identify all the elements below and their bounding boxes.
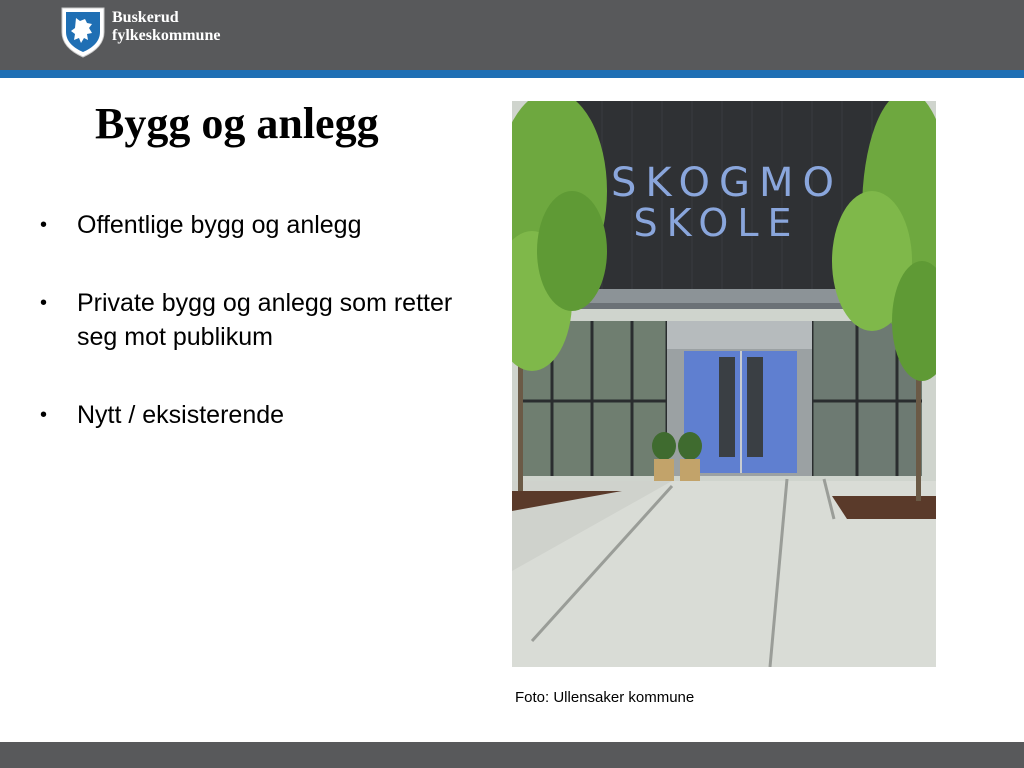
sign-text-line-2: SKOLE: [633, 201, 800, 245]
photo-caption: Foto: Ullensaker kommune: [515, 689, 695, 706]
brand-line-2: fylkeskommune: [112, 27, 221, 44]
slide-title: Bygg og anlegg: [95, 99, 379, 148]
bullet-text: Private bygg og anlegg som retter seg mo…: [77, 289, 453, 351]
bullet-item: • Nytt / eksisterende: [36, 398, 456, 432]
header-stripe: [0, 70, 1024, 78]
bullet-icon: •: [40, 404, 48, 426]
coat-of-arms-logo: [61, 7, 105, 58]
brand-name: Buskerud fylkeskommune: [112, 9, 220, 45]
bullet-item: • Private bygg og anlegg som retter seg m…: [36, 286, 456, 354]
footer-bar: [0, 742, 1024, 768]
school-photo: SKOGMO SKOLE: [512, 101, 936, 667]
bullet-icon: •: [40, 292, 48, 314]
sign-text-line-1: SKOGMO: [611, 160, 843, 206]
brand-line-1: Buskerud: [112, 9, 179, 26]
bullet-text: Nytt / eksisterende: [77, 401, 285, 429]
bullet-icon: •: [40, 214, 48, 236]
bullet-item: • Offentlige bygg og anlegg: [36, 208, 456, 242]
bullet-text: Offentlige bygg og anlegg: [77, 211, 362, 239]
bullet-list: • Offentlige bygg og anlegg • Private bygg…: [36, 208, 456, 476]
